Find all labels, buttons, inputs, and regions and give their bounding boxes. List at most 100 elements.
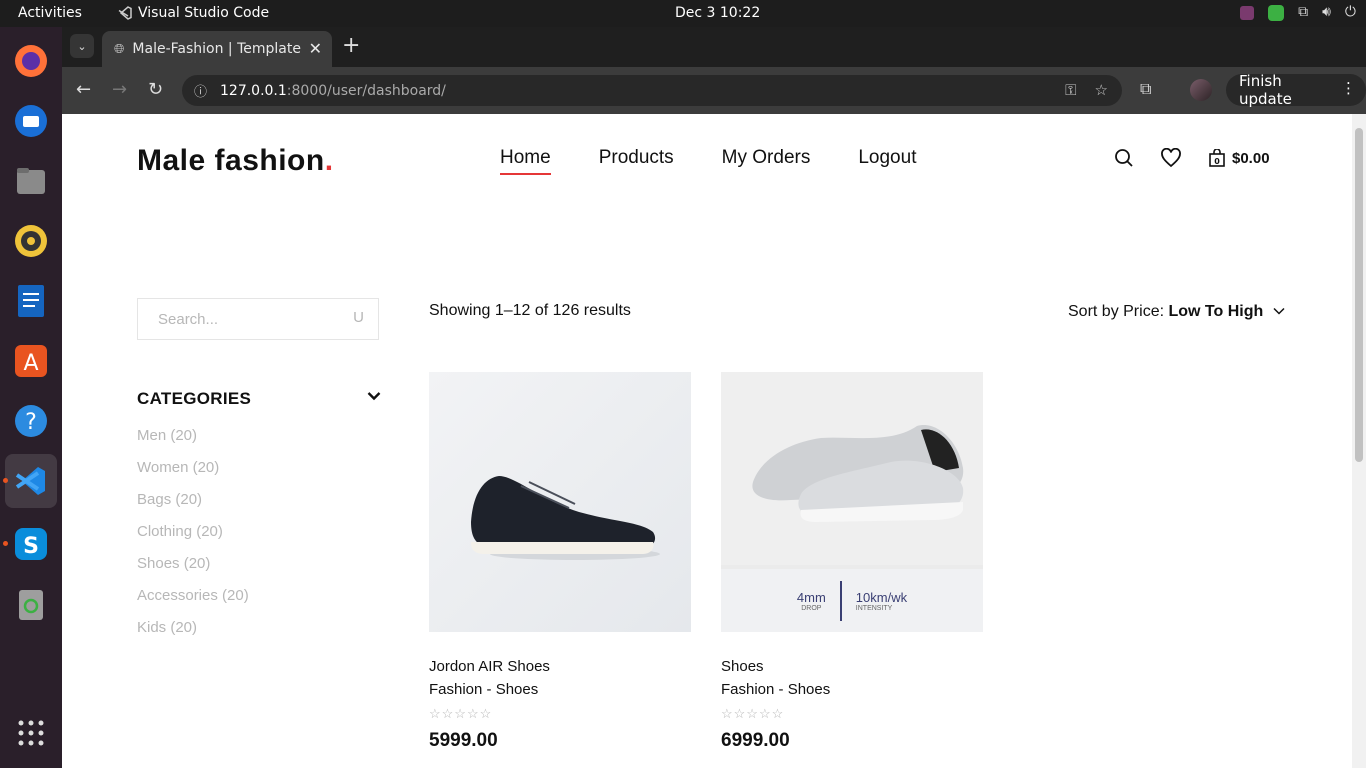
product-image[interactable]: 4mm DROP 10km/wk INTENSITY xyxy=(721,372,983,632)
product-spec-strip: 4mm DROP 10km/wk INTENSITY xyxy=(721,569,983,632)
search-icon[interactable] xyxy=(1114,148,1134,168)
files-icon[interactable] xyxy=(11,161,51,201)
globe-icon: 🌐︎ xyxy=(114,41,125,57)
system-tray[interactable]: ⧉ 🔊︎ ⏻ xyxy=(1240,4,1356,22)
tab-search-button[interactable]: ⌄ xyxy=(70,34,94,58)
logo-text: Male fashion xyxy=(137,144,325,177)
spec-intensity-label: INTENSITY xyxy=(855,604,893,612)
vscode-dock-icon[interactable] xyxy=(5,454,57,508)
scrollbar-thumb[interactable] xyxy=(1355,128,1363,462)
chevron-down-icon: ⌄ xyxy=(77,39,87,53)
nav-my-orders[interactable]: My Orders xyxy=(722,147,811,169)
category-women[interactable]: Women (20) xyxy=(137,459,249,491)
categories-heading[interactable]: CATEGORIES xyxy=(137,389,381,409)
site-logo[interactable]: Male fashion. xyxy=(137,144,334,178)
omnibox-actions: ⚿ ☆ xyxy=(1065,81,1108,99)
nav-logout[interactable]: Logout xyxy=(858,147,916,169)
spec-intensity-value: 10km/wk xyxy=(855,589,908,605)
web-page: Male fashion. Home Products My Orders Lo… xyxy=(62,114,1352,768)
chevron-down-icon[interactable] xyxy=(367,388,381,404)
show-apps-icon[interactable] xyxy=(11,713,51,753)
volume-icon[interactable]: 🔊︎ xyxy=(1322,4,1331,22)
svg-text:A: A xyxy=(23,351,38,376)
active-tab[interactable]: 🌐︎ Male-Fashion | Template ✕ xyxy=(102,31,332,67)
clock[interactable]: Dec 3 10:22 xyxy=(675,5,760,21)
shopping-bag-icon: 0 xyxy=(1209,149,1225,167)
spec-drop-label: DROP xyxy=(801,604,822,612)
os-top-bar: Activities Visual Studio Code Dec 3 10:2… xyxy=(0,0,1366,27)
product-price: 6999.00 xyxy=(721,730,790,751)
cart[interactable]: 0 $0.00 xyxy=(1208,149,1270,167)
product-card[interactable]: 4mm DROP 10km/wk INTENSITY Shoes Fashion… xyxy=(721,372,983,752)
trash-icon[interactable] xyxy=(11,584,51,624)
close-tab-icon[interactable]: ✕ xyxy=(309,39,322,58)
product-price: 5999.00 xyxy=(429,730,498,751)
url-path: :8000/user/dashboard/ xyxy=(286,82,446,99)
firefox-icon[interactable] xyxy=(11,41,51,81)
categories-title: CATEGORIES xyxy=(137,389,252,408)
vscode-running-indicator xyxy=(3,478,8,483)
nav-home[interactable]: Home xyxy=(500,147,551,175)
heart-icon[interactable] xyxy=(1160,148,1182,168)
category-men[interactable]: Men (20) xyxy=(137,427,249,459)
logo-dot: . xyxy=(324,144,334,177)
product-name[interactable]: Shoes xyxy=(721,658,983,675)
svg-text:S: S xyxy=(23,534,39,559)
new-tab-button[interactable]: + xyxy=(342,33,360,58)
nav-products[interactable]: Products xyxy=(599,147,674,169)
profile-avatar[interactable] xyxy=(1190,79,1212,101)
category-list: Men (20) Women (20) Bags (20) Clothing (… xyxy=(137,427,249,651)
product-name[interactable]: Jordon AIR Shoes xyxy=(429,658,691,675)
vscode-icon xyxy=(118,6,132,20)
site-info-icon[interactable]: ⓘ xyxy=(194,81,207,100)
skype-icon[interactable]: S xyxy=(11,524,51,564)
spec-divider xyxy=(839,580,842,621)
browser-window: ⌄ 🌐︎ Male-Fashion | Template ✕ + ← → ↻ ⓘ… xyxy=(62,27,1366,768)
forward-button[interactable]: → xyxy=(112,79,127,100)
app-center-icon[interactable]: A xyxy=(11,341,51,381)
sort-select[interactable]: Sort by Price: Low To High xyxy=(1068,303,1286,321)
network-icon[interactable]: ⧉ xyxy=(1298,4,1308,22)
activities-button[interactable]: Activities xyxy=(18,5,82,21)
help-icon[interactable]: ? xyxy=(11,401,51,441)
tab-strip: ⌄ 🌐︎ Male-Fashion | Template ✕ + xyxy=(62,27,1366,67)
category-accessories[interactable]: Accessories (20) xyxy=(137,587,249,619)
writer-icon[interactable] xyxy=(11,281,51,321)
product-category: Fashion - Shoes xyxy=(429,681,539,698)
skype-running-indicator xyxy=(3,541,8,546)
spec-drop-value: 4mm xyxy=(796,589,826,605)
sort-value: Low To High xyxy=(1168,303,1264,320)
browser-menu-icon[interactable]: ⋮ xyxy=(1341,79,1356,97)
tray-app-icon[interactable] xyxy=(1240,6,1255,20)
search-submit-icon[interactable]: U xyxy=(353,309,364,326)
product-image[interactable] xyxy=(429,372,691,632)
reload-button[interactable]: ↻ xyxy=(148,79,163,100)
finish-update-button[interactable]: Finish update ⋮ xyxy=(1226,72,1366,108)
page-scrollbar[interactable] xyxy=(1352,114,1366,768)
rating-stars: ☆☆☆☆☆ xyxy=(721,706,785,721)
header-icons: 0 $0.00 xyxy=(1114,148,1270,168)
password-key-icon[interactable]: ⚿ xyxy=(1065,81,1076,99)
results-count: Showing 1–12 of 126 results xyxy=(429,302,631,319)
update-check-icon[interactable] xyxy=(1268,5,1285,21)
search-placeholder: Search... xyxy=(158,310,219,328)
focused-app[interactable]: Visual Studio Code xyxy=(118,5,269,21)
bookmark-star-icon[interactable]: ☆ xyxy=(1095,81,1108,99)
thunderbird-icon[interactable] xyxy=(11,101,51,141)
category-bags[interactable]: Bags (20) xyxy=(137,491,249,523)
focused-app-name: Visual Studio Code xyxy=(138,5,270,21)
back-button[interactable]: ← xyxy=(76,79,91,100)
cart-total: $0.00 xyxy=(1232,149,1270,167)
rating-stars: ☆☆☆☆☆ xyxy=(429,706,493,721)
product-category: Fashion - Shoes xyxy=(721,681,831,698)
category-shoes[interactable]: Shoes (20) xyxy=(137,555,249,587)
category-clothing[interactable]: Clothing (20) xyxy=(137,523,249,555)
chevron-down-icon xyxy=(1273,307,1285,315)
rhythmbox-icon[interactable] xyxy=(11,221,51,261)
address-bar[interactable]: ⓘ 127.0.0.1:8000/user/dashboard/ ⚿ ☆ xyxy=(182,75,1122,106)
power-icon[interactable]: ⏻ xyxy=(1345,4,1356,22)
extensions-icon[interactable]: ⧉ xyxy=(1140,79,1151,99)
product-card[interactable]: Jordon AIR Shoes Fashion - Shoes ☆☆☆☆☆ 5… xyxy=(429,372,691,752)
category-kids[interactable]: Kids (20) xyxy=(137,619,249,651)
sidebar-search[interactable]: Search... U xyxy=(137,298,379,340)
